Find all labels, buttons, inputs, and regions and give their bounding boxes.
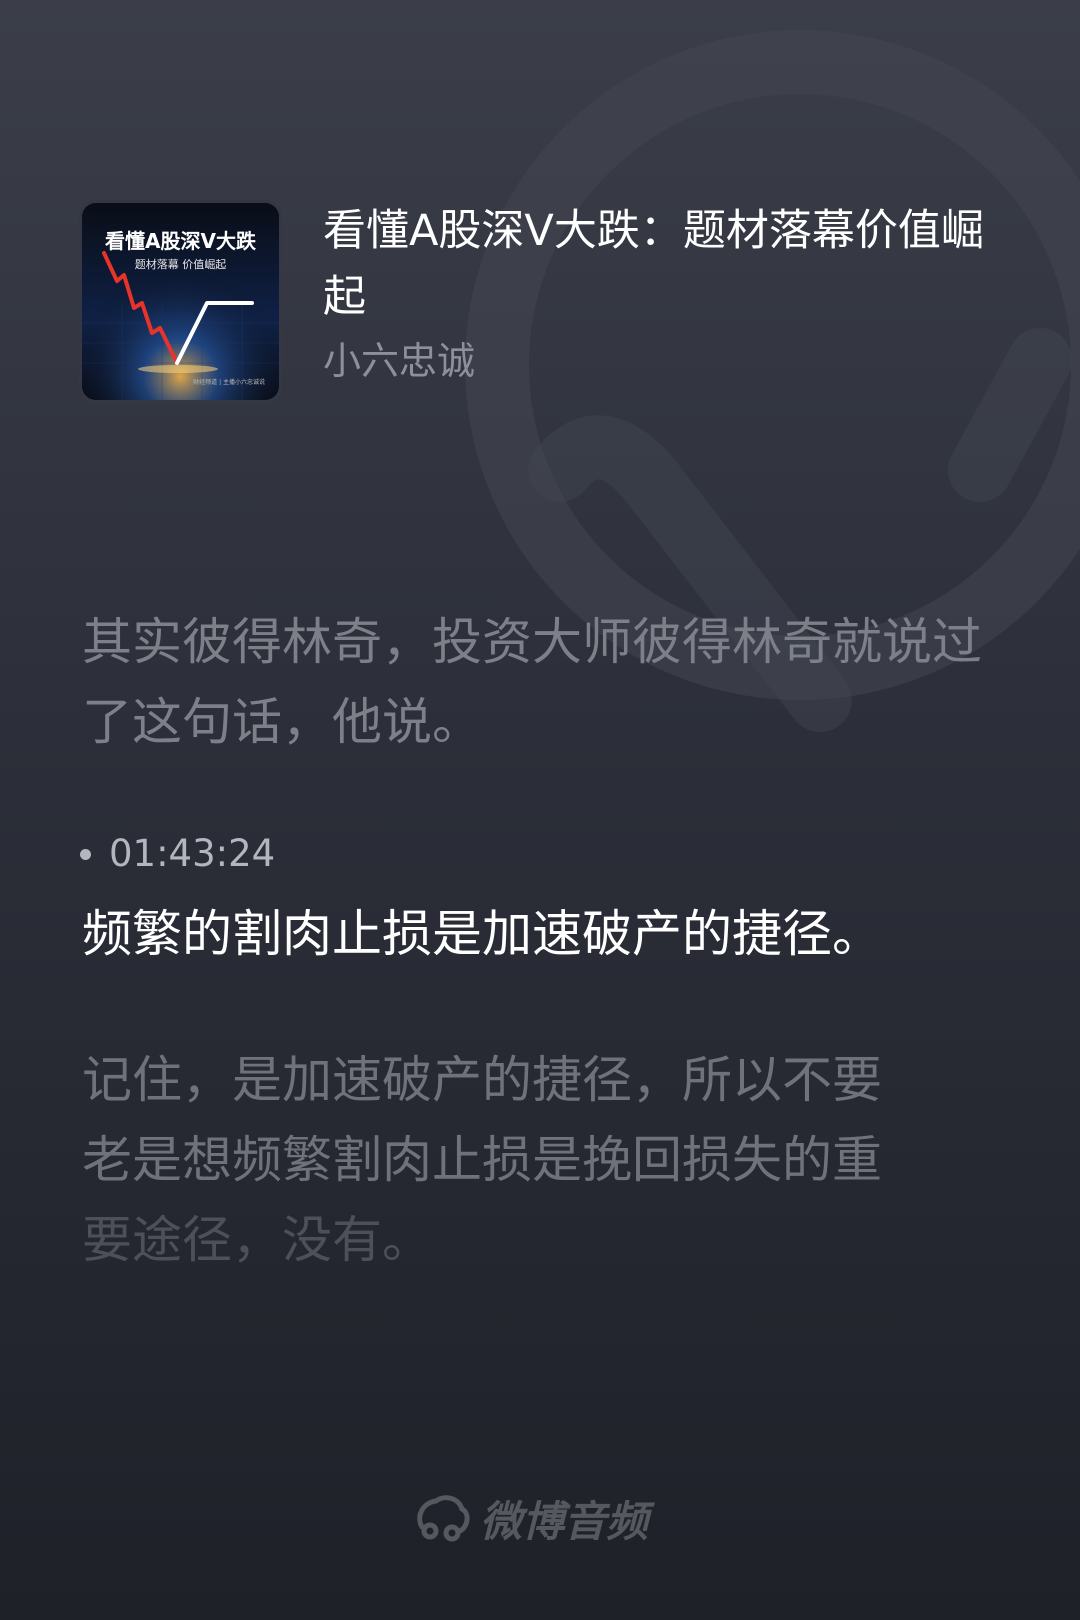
- cover-footer: 财经频道 | 主播小六忠诚说: [193, 379, 265, 386]
- brand-footer: 微博音频: [414, 1488, 648, 1548]
- transcript-next-lines: 记住，是加速破产的捷径，所以不要 老是想频繁割肉止损是挽回损失的重 要途径，没有…: [82, 1040, 982, 1280]
- brand-name: 微博音频: [480, 1496, 649, 1546]
- timestamp[interactable]: 01:43:24: [80, 830, 275, 878]
- weibo-audio-logo-icon: [417, 1495, 470, 1542]
- transcript-previous-line: 其实彼得林奇，投资大师彼得林奇就说过了这句话，他说。: [82, 613, 982, 751]
- transcript-next-line: 要途径，没有。: [82, 1211, 432, 1269]
- transcript-current-line: 频繁的割肉止损是加速破产的捷径。: [82, 905, 882, 963]
- timestamp-dot-icon: [80, 848, 91, 860]
- timestamp-value: 01:43:24: [109, 832, 276, 875]
- cover-title: 看懂A股深V大跌: [105, 229, 256, 253]
- transcript-next-line: 记住，是加速破产的捷径，所以不要: [82, 1051, 882, 1109]
- cover-subtitle: 题材落幕 价值崛起: [134, 258, 227, 271]
- transcript-next-line: 老是想频繁割肉止损是挽回损失的重: [82, 1131, 882, 1189]
- album-cover[interactable]: 看懂A股深V大跌 题材落幕 价值崛起 财经频道 | 主播小六忠诚说: [82, 203, 279, 400]
- episode-title: 看懂A股深V大跌：题材落幕价值崛起: [323, 206, 984, 322]
- author-name[interactable]: 小六忠诚: [323, 336, 475, 386]
